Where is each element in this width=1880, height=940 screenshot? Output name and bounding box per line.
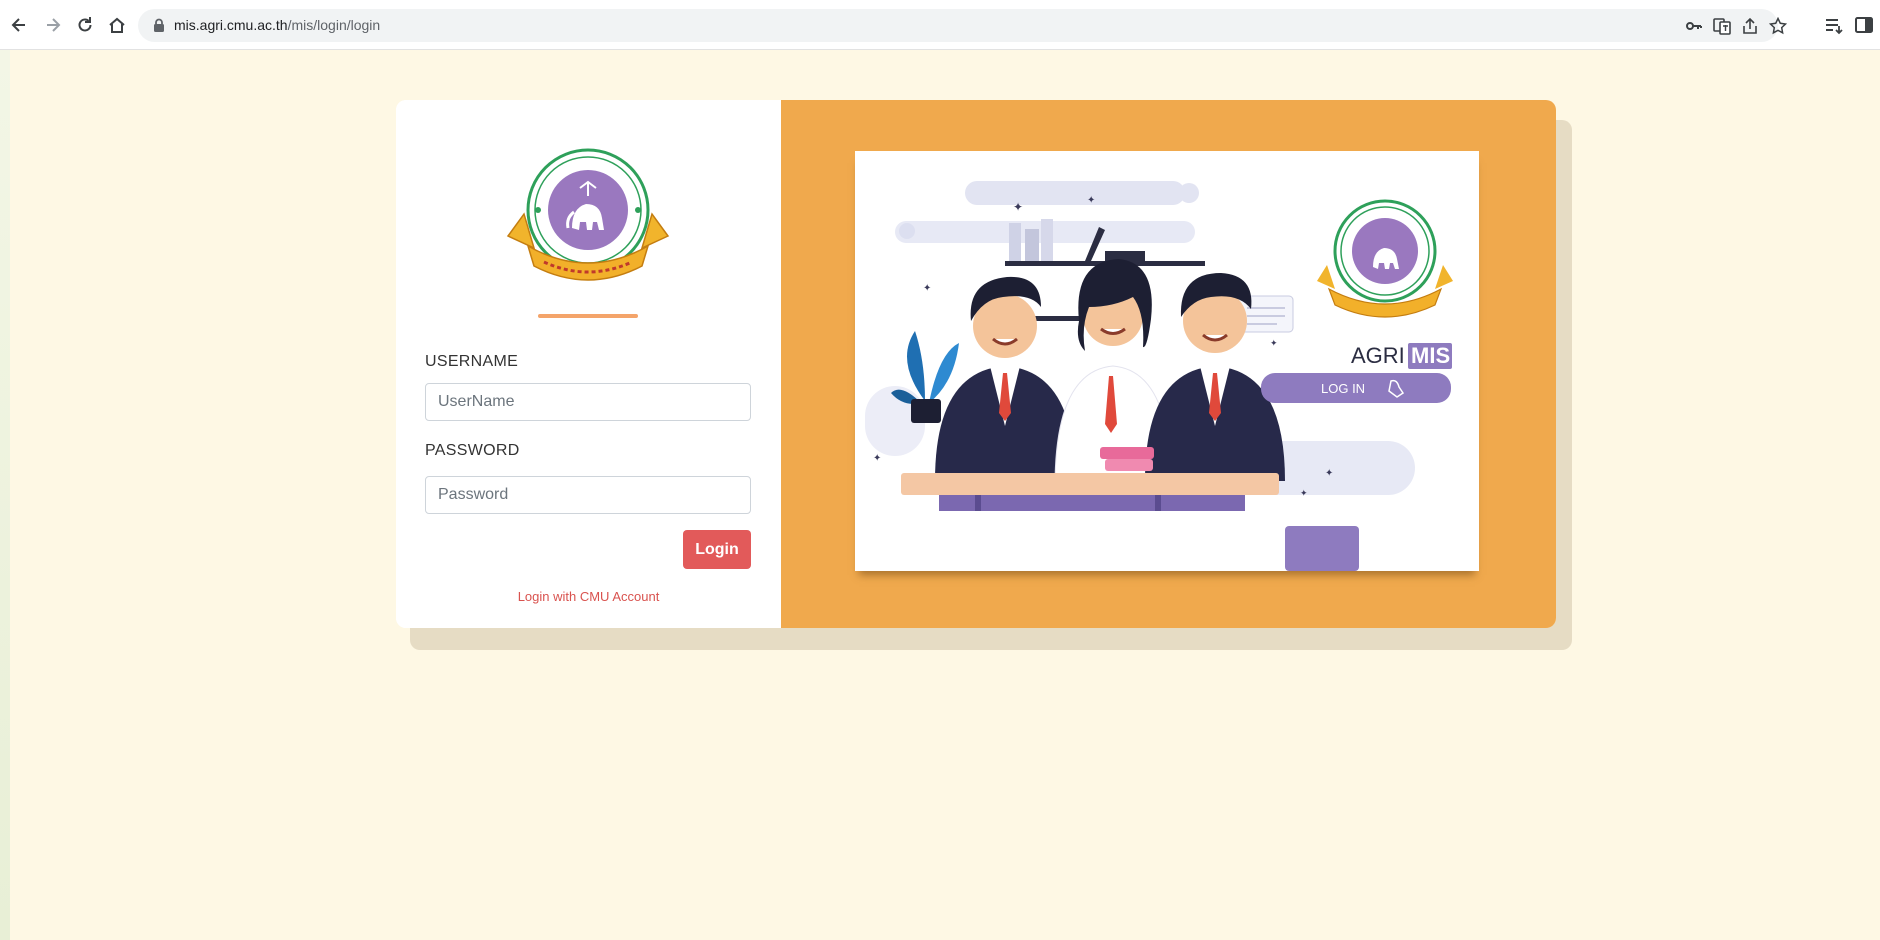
reading-list-icon <box>1826 19 1843 35</box>
reload-button[interactable] <box>72 12 98 38</box>
faculty-seal-logo <box>506 148 670 281</box>
arrow-left-icon <box>11 18 25 32</box>
illustration-login-text: LOG IN <box>1321 381 1365 396</box>
address-bar[interactable]: mis.agri.cmu.ac.th/mis/login/login <box>138 9 1787 42</box>
svg-text:✦: ✦ <box>1300 489 1308 499</box>
login-card: USERNAME PASSWORD Login Login with CMU A… <box>396 100 1556 628</box>
illustration-panel: ✦ ✦ ✦ ✦ ✦ ✦ ✦ AGRI MIS LOG IN <box>781 100 1556 628</box>
reading-list-button[interactable] <box>1822 13 1846 37</box>
arrow-right-icon <box>47 18 61 32</box>
star-icon <box>1769 17 1787 35</box>
translate-icon <box>1713 18 1731 35</box>
svg-text:✦: ✦ <box>923 283 931 294</box>
side-panel-button[interactable] <box>1852 13 1876 37</box>
url-path: /mis/login/login <box>287 17 381 33</box>
password-input[interactable] <box>425 476 751 514</box>
login-illustration: ✦ ✦ ✦ ✦ ✦ ✦ ✦ AGRI MIS LOG IN <box>865 181 1453 571</box>
url-text: mis.agri.cmu.ac.th/mis/login/login <box>174 17 380 33</box>
brand-agri-text: AGRI <box>1351 343 1405 368</box>
key-icon <box>1686 22 1702 30</box>
home-icon <box>109 17 125 33</box>
login-form-panel: USERNAME PASSWORD Login Login with CMU A… <box>396 100 781 628</box>
svg-text:✦: ✦ <box>1270 339 1278 349</box>
browser-toolbar: mis.agri.cmu.ac.th/mis/login/login <box>0 0 1880 50</box>
bookmark-button[interactable] <box>1768 17 1788 35</box>
lock-icon <box>154 18 164 32</box>
password-label: PASSWORD <box>425 442 520 459</box>
accent-divider <box>538 314 638 318</box>
password-key-button[interactable] <box>1684 17 1704 35</box>
brand-mis-text: MIS <box>1411 343 1450 368</box>
username-label: USERNAME <box>425 353 519 370</box>
cmu-account-login-link[interactable]: Login with CMU Account <box>396 589 781 604</box>
username-input[interactable] <box>425 383 751 421</box>
side-panel-icon <box>1855 17 1873 33</box>
reload-icon <box>78 17 92 32</box>
url-host: mis.agri.cmu.ac.th <box>174 17 288 33</box>
share-icon <box>1743 17 1757 34</box>
share-button[interactable] <box>1740 17 1760 35</box>
illustration-frame: ✦ ✦ ✦ ✦ ✦ ✦ ✦ AGRI MIS LOG IN <box>855 151 1479 571</box>
translate-button[interactable] <box>1712 17 1732 35</box>
svg-text:✦: ✦ <box>1325 468 1333 479</box>
svg-text:✦: ✦ <box>873 453 881 464</box>
home-button[interactable] <box>104 12 130 38</box>
svg-text:✦: ✦ <box>1013 200 1023 214</box>
back-button[interactable] <box>6 12 32 38</box>
svg-text:✦: ✦ <box>1087 195 1095 206</box>
forward-button[interactable] <box>40 12 66 38</box>
left-edge-strip <box>0 50 10 940</box>
login-button[interactable]: Login <box>683 530 751 569</box>
